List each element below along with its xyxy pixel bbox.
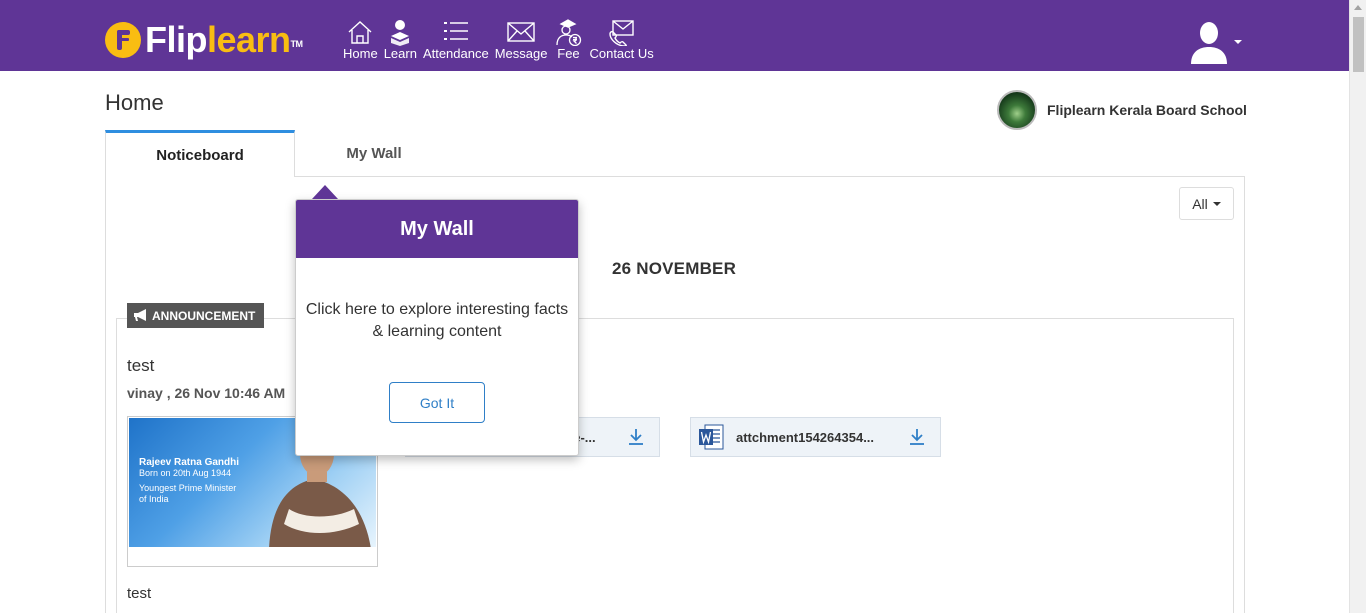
learn-icon [391,20,410,46]
contact-icon [608,20,634,46]
nav-item-contact-us[interactable]: Contact Us [586,18,656,62]
filter-selected-value: All [1192,195,1208,212]
fee-icon [556,19,582,46]
nav-label: Learn [383,46,417,61]
post-body-text: test [127,585,152,602]
popover-arrow [312,185,338,199]
got-it-button[interactable]: Got It [389,382,485,423]
post-meta: vinay , 26 Nov 10:46 AM [127,385,286,401]
badge-label: ANNOUNCEMENT [152,308,256,323]
popover-body: Click here to explore interesting facts … [305,301,569,340]
tab-my-wall[interactable]: My Wall [295,130,453,177]
date-heading: 26 NOVEMBER [612,259,737,278]
user-avatar-icon [1191,22,1227,64]
school-avatar [997,90,1037,130]
page-scrollbar[interactable] [1349,0,1366,613]
top-navbar: FliplearnTM Home Learn Attendance Messag… [0,0,1349,71]
post-title: test [127,356,155,375]
nav-label: Fee [557,46,580,61]
attachment-name: attchment154264354... [736,429,875,445]
image-caption: Rajeev Ratna Gandhi Born on 20th Aug 194… [139,457,240,504]
nav-item-attendance[interactable]: Attendance [420,18,492,62]
announcement-badge: ANNOUNCEMENT [127,303,265,328]
message-icon [507,22,535,42]
logo-badge-icon [105,22,141,58]
page-title: Home [105,90,164,115]
scroll-thumb[interactable] [1353,17,1364,72]
chevron-down-icon [1234,40,1242,44]
nav-item-fee[interactable]: Fee [550,18,586,62]
main-nav: Home Learn Attendance Message Fee Contac… [340,18,657,62]
school-name: Fliplearn Kerala Board School [1047,102,1247,118]
nav-label: Contact Us [589,46,654,61]
school-info[interactable]: Fliplearn Kerala Board School [997,90,1247,130]
filter-dropdown[interactable]: All [1179,187,1234,220]
popover-title: My Wall [296,200,578,258]
nav-item-home[interactable]: Home [340,18,381,62]
user-menu[interactable] [1189,20,1242,64]
nav-label: Message [494,46,548,61]
home-icon [348,21,372,44]
nav-item-message[interactable]: Message [492,18,551,62]
nav-label: Attendance [422,46,489,61]
fliplearn-logo[interactable]: FliplearnTM [105,20,303,60]
attachment-item[interactable]: attchment154264354... [690,417,941,457]
scroll-up-arrow-icon[interactable] [1354,5,1362,10]
chevron-down-icon [1212,201,1221,206]
nav-item-learn[interactable]: Learn [381,18,420,62]
my-wall-popover: My Wall Click here to explore interestin… [295,199,579,456]
attendance-icon [443,22,468,40]
tab-bar: Noticeboard My Wall [105,130,453,177]
nav-label: Home [343,46,378,61]
megaphone-icon [134,309,146,321]
logo-wordmark: FliplearnTM [145,19,303,60]
download-icon[interactable] [627,428,645,446]
word-doc-icon [699,424,724,450]
tab-noticeboard[interactable]: Noticeboard [105,130,295,177]
download-icon[interactable] [908,428,926,446]
